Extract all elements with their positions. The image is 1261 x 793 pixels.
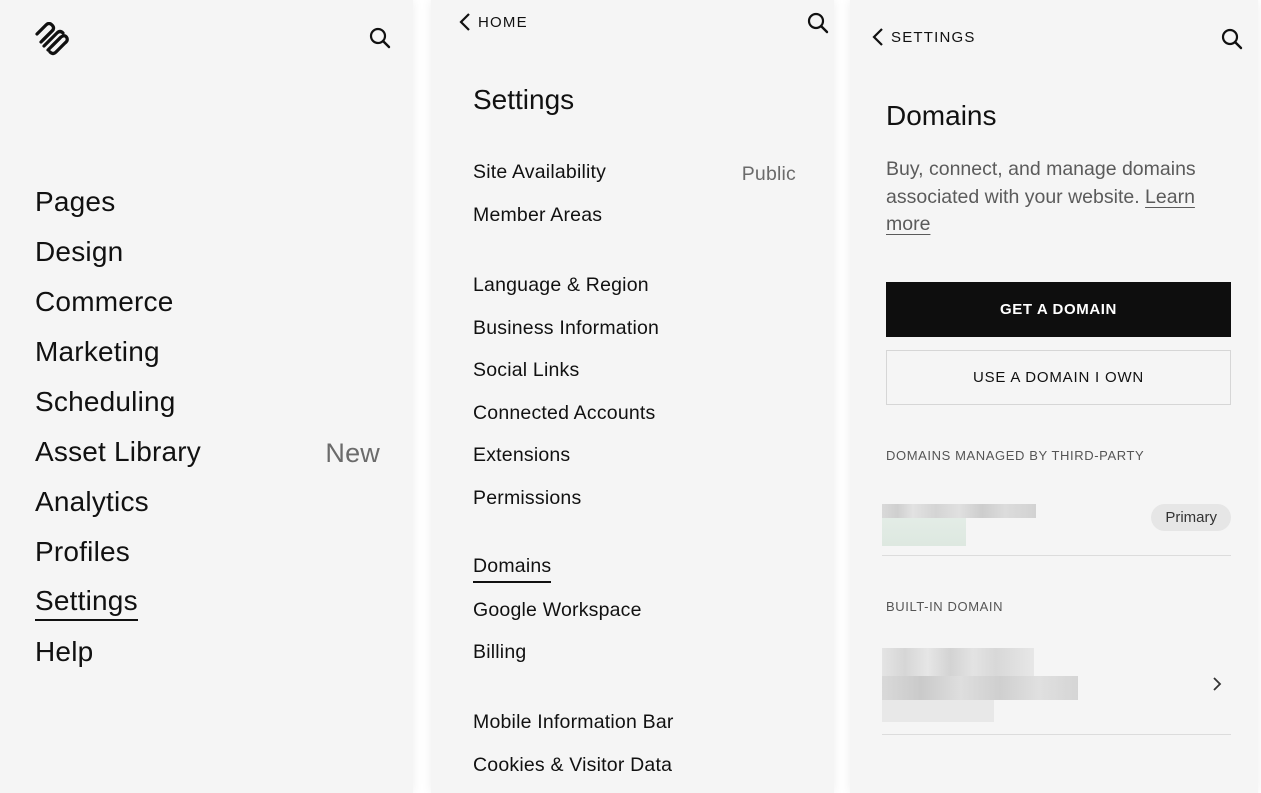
nav-item-help[interactable]: Help: [35, 628, 380, 678]
nav-item-pages[interactable]: Pages: [35, 178, 380, 228]
settings-item-domains[interactable]: Domains: [473, 548, 796, 591]
settings-item-label: Site Availability: [473, 161, 607, 184]
use-own-domain-button[interactable]: USE A DOMAIN I OWN: [886, 350, 1231, 405]
nav-item-design[interactable]: Design: [35, 228, 380, 278]
search-icon[interactable]: [369, 27, 391, 49]
settings-item-label: Business Information: [473, 316, 660, 339]
settings-item-extensions[interactable]: Extensions: [473, 436, 796, 479]
nav-item-analytics[interactable]: Analytics: [35, 478, 380, 528]
nav-item-label: Settings: [35, 585, 138, 621]
third-party-heading: DOMAINS MANAGED BY THIRD-PARTY: [886, 448, 1145, 463]
nav-item-settings[interactable]: Settings: [35, 578, 380, 628]
blurred-domain-detail: [882, 518, 966, 546]
builtin-domain-row[interactable]: [882, 640, 1231, 735]
nav-item-label: Marketing: [35, 336, 160, 367]
chevron-right-icon[interactable]: [1212, 676, 1222, 697]
settings-item-site-availability[interactable]: Site Availability Public: [473, 153, 796, 196]
settings-item-permissions[interactable]: Permissions: [473, 479, 796, 522]
settings-group: Site Availability Public Member Areas: [473, 153, 796, 238]
settings-panel: HOME Settings Site Availability Public Mem…: [431, 0, 834, 793]
settings-item-label: Cookies & Visitor Data: [473, 753, 673, 776]
get-a-domain-button[interactable]: GET A DOMAIN: [886, 282, 1231, 337]
settings-item-label: Permissions: [473, 486, 582, 509]
chevron-left-icon: [872, 28, 883, 46]
back-to-settings-button[interactable]: SETTINGS: [872, 27, 976, 47]
settings-group: Language & Region Business Information Soc…: [473, 266, 796, 521]
nav-item-label: Scheduling: [35, 386, 176, 417]
settings-item-connected-accounts[interactable]: Connected Accounts: [473, 394, 796, 437]
nav-item-commerce[interactable]: Commerce: [35, 278, 380, 328]
nav-item-label: Asset Library: [35, 436, 201, 467]
nav-item-asset-library[interactable]: Asset Library New: [35, 428, 380, 478]
page-title: Domains: [886, 100, 997, 131]
settings-item-label: Social Links: [473, 359, 580, 382]
settings-group: Mobile Information Bar Cookies & Visitor …: [473, 703, 796, 788]
domains-panel: SETTINGS Domains Buy, connect, and manag…: [850, 0, 1258, 793]
squarespace-logo-icon[interactable]: [32, 21, 70, 61]
chevron-left-icon: [459, 13, 470, 31]
settings-item-label: Member Areas: [473, 203, 603, 226]
nav-item-label: Help: [35, 636, 94, 667]
settings-item-label: Connected Accounts: [473, 401, 656, 424]
nav-item-label: Analytics: [35, 486, 149, 517]
page-title: Settings: [473, 84, 575, 115]
settings-item-label: Billing: [473, 641, 527, 664]
builtin-heading: BUILT-IN DOMAIN: [886, 599, 1004, 614]
nav-item-scheduling[interactable]: Scheduling: [35, 378, 380, 428]
settings-item-language-region[interactable]: Language & Region: [473, 266, 796, 309]
settings-item-value: Public: [741, 162, 796, 185]
nav-item-profiles[interactable]: Profiles: [35, 528, 380, 578]
blurred-domain-name: [882, 504, 1036, 518]
blurred-domain-detail: [882, 700, 994, 722]
back-label: HOME: [478, 13, 528, 31]
nav-item-label: Profiles: [35, 536, 130, 567]
settings-item-label: Domains: [473, 555, 552, 584]
nav-item-label: Design: [35, 236, 124, 267]
settings-item-label: Extensions: [473, 444, 571, 467]
back-to-home-button[interactable]: HOME: [459, 12, 528, 32]
settings-item-label: Language & Region: [473, 274, 649, 297]
nav-item-label: Pages: [35, 186, 116, 217]
nav-item-label: Commerce: [35, 286, 174, 317]
settings-item-business-information[interactable]: Business Information: [473, 309, 796, 352]
domains-description: Buy, connect, and manage domains associa…: [886, 156, 1231, 239]
blurred-domain-url: [882, 676, 1078, 700]
settings-group: Domains Google Workspace Billing: [473, 548, 796, 676]
settings-item-social-links[interactable]: Social Links: [473, 351, 796, 394]
settings-item-google-workspace[interactable]: Google Workspace: [473, 591, 796, 634]
nav-item-marketing[interactable]: Marketing: [35, 328, 380, 378]
main-nav-list: Pages Design Commerce Marketing Scheduling As…: [35, 178, 380, 678]
back-label: SETTINGS: [891, 28, 976, 46]
settings-item-label: Google Workspace: [473, 598, 642, 621]
search-icon[interactable]: [1221, 28, 1243, 50]
settings-item-billing[interactable]: Billing: [473, 633, 796, 676]
main-nav-panel: Pages Design Commerce Marketing Scheduling As…: [0, 0, 413, 793]
search-icon[interactable]: [807, 12, 829, 34]
new-badge: New: [325, 437, 380, 468]
settings-item-cookies-visitor-data[interactable]: Cookies & Visitor Data: [473, 746, 796, 789]
settings-item-label: Mobile Information Bar: [473, 711, 674, 734]
settings-item-member-areas[interactable]: Member Areas: [473, 196, 796, 239]
settings-item-mobile-information-bar[interactable]: Mobile Information Bar: [473, 703, 796, 746]
primary-badge: Primary: [1151, 504, 1231, 531]
